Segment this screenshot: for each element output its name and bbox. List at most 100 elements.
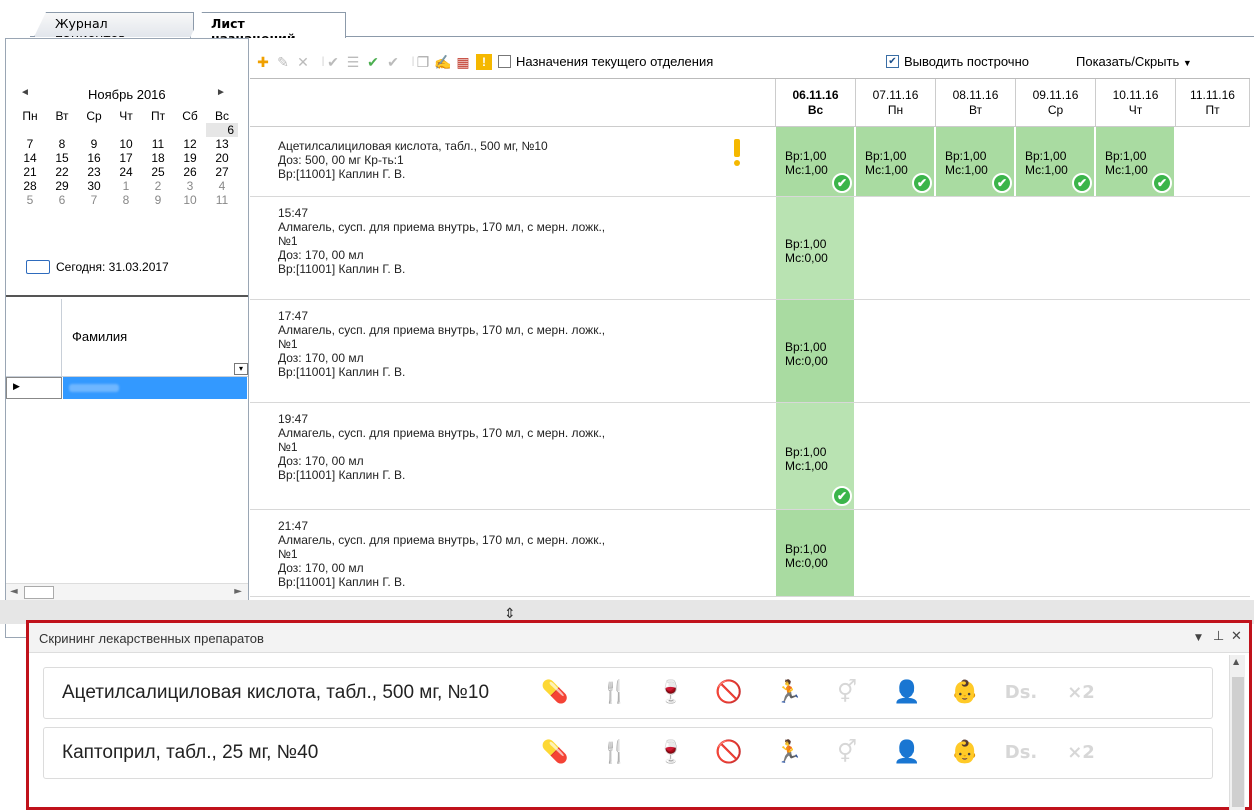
pregnancy-icon[interactable]: 👤 bbox=[890, 736, 924, 770]
calendar-day[interactable]: 7 bbox=[14, 137, 46, 151]
gender-icon[interactable]: ⚥ bbox=[830, 736, 864, 770]
pills-icon[interactable]: 💊 bbox=[538, 736, 572, 770]
date-column-header[interactable]: 10.11.16 Чт bbox=[1096, 79, 1176, 127]
calendar-day[interactable]: 20 bbox=[206, 151, 238, 165]
calendar-day[interactable]: 30 bbox=[78, 179, 110, 193]
calendar-day[interactable]: 3 bbox=[174, 179, 206, 193]
dose-cell[interactable]: Вр:1,00 Мс:1,00 ✔ bbox=[776, 403, 855, 509]
calendar-day[interactable]: 9 bbox=[142, 193, 174, 207]
pregnancy-icon[interactable]: 👤 bbox=[890, 676, 924, 710]
row-output-checkbox[interactable]: ✔ bbox=[886, 55, 899, 68]
prescription-row[interactable]: Ацетилсалициловая кислота, табл., 500 мг… bbox=[250, 127, 1250, 197]
calendar-day[interactable]: 12 bbox=[174, 137, 206, 151]
dose-cell[interactable]: Вр:1,00 Мс:1,00 ✔ bbox=[856, 127, 935, 196]
screening-scrollbar[interactable]: ▲ bbox=[1229, 655, 1245, 810]
date-column-header[interactable]: 08.11.16 Вт bbox=[936, 79, 1016, 127]
double-check-icon[interactable]: ✔ bbox=[384, 52, 402, 72]
alcohol-icon[interactable]: 🍷 bbox=[654, 676, 688, 710]
copy-icon[interactable]: ❐ bbox=[414, 52, 432, 72]
driving-icon[interactable]: 🚫 bbox=[712, 676, 746, 710]
children-icon[interactable]: 🏃 bbox=[772, 676, 806, 710]
calendar-day[interactable]: 4 bbox=[206, 179, 238, 193]
date-column-header[interactable]: 11.11.16 Пт bbox=[1176, 79, 1250, 127]
calendar-day[interactable]: 10 bbox=[110, 137, 142, 151]
prescription-row[interactable]: 17:47 Алмагель, сусп. для приема внутрь, … bbox=[250, 300, 1250, 403]
calendar-day[interactable]: 9 bbox=[78, 137, 110, 151]
food-icon[interactable]: 🍴 bbox=[598, 736, 632, 770]
calendar-day[interactable]: 29 bbox=[46, 179, 78, 193]
calendar-day[interactable]: 6 bbox=[206, 123, 238, 137]
dose-cell[interactable]: Вр:1,00 Мс:0,00 bbox=[776, 510, 855, 596]
dose-cell[interactable]: Вр:1,00 Мс:1,00 ✔ bbox=[1016, 127, 1095, 196]
calendar-day[interactable]: 2 bbox=[142, 179, 174, 193]
prev-month-icon[interactable]: ◄ bbox=[20, 87, 30, 98]
calendar-day[interactable]: 6 bbox=[46, 193, 78, 207]
edit-icon[interactable]: ✎ bbox=[274, 52, 292, 72]
calendar-day[interactable]: 8 bbox=[110, 193, 142, 207]
patient-row-selected[interactable]: ▶ bbox=[6, 377, 248, 399]
pen-icon[interactable]: ✍ bbox=[434, 52, 452, 72]
horizontal-scrollbar[interactable]: ◄ ► bbox=[6, 583, 248, 601]
pin-icon[interactable]: ⊥ bbox=[1213, 629, 1224, 644]
duplicate-icon[interactable]: ×2 bbox=[1064, 736, 1098, 770]
lactation-icon[interactable]: 👶 bbox=[948, 676, 982, 710]
dose-cell[interactable]: Вр:1,00 Мс:1,00 ✔ bbox=[776, 127, 855, 196]
dose-cell[interactable]: Вр:1,00 Мс:0,00 bbox=[776, 197, 855, 299]
dosage-icon[interactable]: Ds. bbox=[1004, 736, 1038, 770]
calendar-day[interactable]: 7 bbox=[78, 193, 110, 207]
date-column-header[interactable]: 06.11.16 Вс bbox=[776, 79, 856, 127]
calendar-day[interactable]: 14 bbox=[14, 151, 46, 165]
calendar-day[interactable]: 16 bbox=[78, 151, 110, 165]
prescription-row[interactable]: 19:47 Алмагель, сусп. для приема внутрь, … bbox=[250, 403, 1250, 510]
calendar-day[interactable]: 25 bbox=[142, 165, 174, 179]
today-button[interactable]: Сегодня: 31.03.2017 bbox=[26, 260, 169, 274]
scroll-thumb[interactable] bbox=[24, 586, 54, 599]
list-icon[interactable]: ☰ bbox=[344, 52, 362, 72]
calendar-day[interactable]: 15 bbox=[46, 151, 78, 165]
tab-patient-journal[interactable]: Журнал пациентов bbox=[34, 12, 194, 37]
column-header-surname[interactable]: Фамилия bbox=[72, 329, 127, 344]
calendar-day[interactable]: 26 bbox=[174, 165, 206, 179]
lactation-icon[interactable]: 👶 bbox=[948, 736, 982, 770]
date-column-header[interactable]: 07.11.16 Пн bbox=[856, 79, 936, 127]
calendar-day[interactable]: 27 bbox=[206, 165, 238, 179]
calendar-day[interactable]: 22 bbox=[46, 165, 78, 179]
warning-icon[interactable] bbox=[734, 139, 740, 167]
calendar-day[interactable]: 19 bbox=[174, 151, 206, 165]
calendar-icon[interactable]: ▦ bbox=[454, 52, 472, 72]
prescription-row[interactable]: 15:47 Алмагель, сусп. для приема внутрь, … bbox=[250, 197, 1250, 300]
tab-prescription-sheet[interactable]: Лист назначений bbox=[190, 12, 346, 38]
patient-name-cell[interactable] bbox=[63, 377, 248, 399]
dose-cell[interactable]: Вр:1,00 Мс:1,00 ✔ bbox=[936, 127, 1015, 196]
show-hide-dropdown[interactable]: Показать/Скрыть ▼ bbox=[1076, 54, 1192, 69]
children-icon[interactable]: 🏃 bbox=[772, 736, 806, 770]
duplicate-icon[interactable]: ×2 bbox=[1064, 676, 1098, 710]
panel-menu-icon[interactable]: ▼ bbox=[1195, 633, 1202, 643]
calendar-day[interactable]: 21 bbox=[14, 165, 46, 179]
add-icon[interactable]: ✚ bbox=[254, 52, 272, 72]
calendar-day[interactable]: 23 bbox=[78, 165, 110, 179]
calendar-day[interactable]: 17 bbox=[110, 151, 142, 165]
calendar-day[interactable]: 11 bbox=[142, 137, 174, 151]
current-dept-checkbox[interactable] bbox=[498, 55, 511, 68]
next-month-icon[interactable]: ► bbox=[216, 87, 226, 98]
dosage-icon[interactable]: Ds. bbox=[1004, 676, 1038, 710]
alcohol-icon[interactable]: 🍷 bbox=[654, 736, 688, 770]
calendar-day[interactable]: 13 bbox=[206, 137, 238, 151]
calendar-day[interactable]: 24 bbox=[110, 165, 142, 179]
screened-drug-row[interactable]: Каптоприл, табл., 25 мг, №40 💊 🍴 🍷 🚫 🏃 ⚥ 👤 👶 Ds. ×… bbox=[43, 727, 1213, 779]
calendar-day[interactable]: 5 bbox=[14, 193, 46, 207]
gender-icon[interactable]: ⚥ bbox=[830, 676, 864, 710]
calendar-day[interactable]: 28 bbox=[14, 179, 46, 193]
filter-icon[interactable]: ▾ bbox=[234, 363, 248, 375]
pills-icon[interactable]: 💊 bbox=[538, 676, 572, 710]
calendar-day[interactable]: 8 bbox=[46, 137, 78, 151]
food-icon[interactable]: 🍴 bbox=[598, 676, 632, 710]
prescription-row[interactable]: 21:47 Алмагель, сусп. для приема внутрь, … bbox=[250, 510, 1250, 597]
close-icon[interactable]: ✕ bbox=[1231, 629, 1242, 644]
driving-icon[interactable]: 🚫 bbox=[712, 736, 746, 770]
dose-cell[interactable]: Вр:1,00 Мс:1,00 ✔ bbox=[1096, 127, 1175, 196]
delete-icon[interactable]: ✕ bbox=[294, 52, 312, 72]
screened-drug-row[interactable]: Ацетилсалициловая кислота, табл., 500 мг… bbox=[43, 667, 1213, 719]
calendar-day[interactable]: 1 bbox=[110, 179, 142, 193]
